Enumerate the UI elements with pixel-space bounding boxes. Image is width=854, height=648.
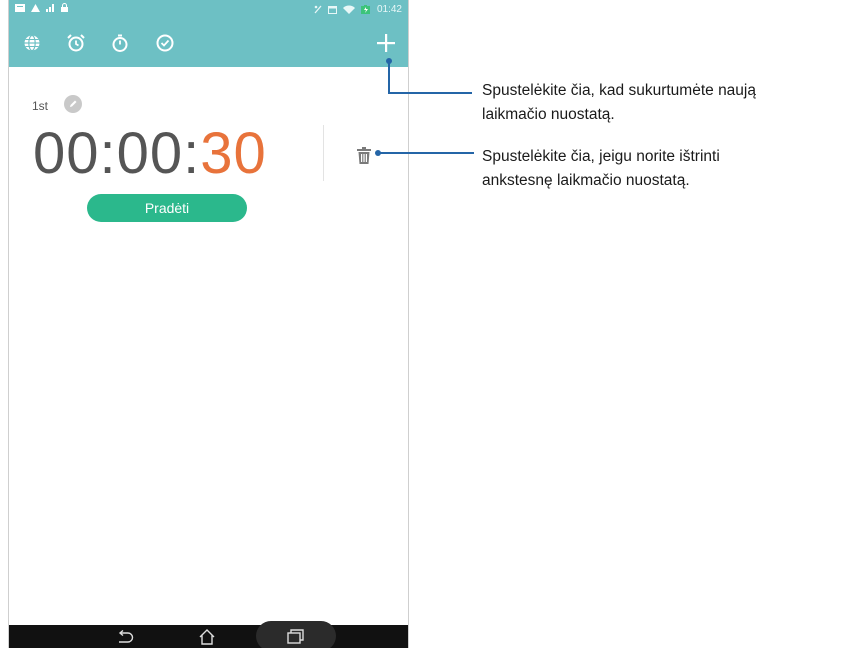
start-button[interactable]: Pradėti: [87, 194, 247, 222]
timer-seconds: 30: [200, 121, 267, 186]
world-clock-tab[interactable]: [21, 32, 43, 54]
delete-callout-line: [380, 152, 474, 154]
home-icon: [199, 628, 215, 645]
status-bar: 01:42: [9, 0, 408, 20]
nfc-icon: [314, 5, 322, 14]
add-timer-button[interactable]: [375, 32, 397, 54]
tablet-screen: 01:42 1st 00:00:30 Pradėti: [8, 0, 409, 648]
timer-icon: [156, 34, 174, 52]
recent-apps-button[interactable]: [284, 628, 308, 645]
wifi-icon: [342, 5, 355, 14]
status-time: 01:42: [376, 4, 402, 15]
globe-icon: [24, 34, 40, 52]
delete-annotation-line2: ankstesnę laikmačio nuostatą.: [482, 172, 690, 189]
add-callout-line-horizontal: [388, 92, 472, 94]
timer-content: 1st 00:00:30 Pradėti: [9, 67, 408, 625]
signal-icon: [46, 3, 54, 12]
stopwatch-icon: [112, 34, 128, 52]
add-annotation: Spustelėkite čia, kad sukurtumėte naują …: [482, 79, 756, 127]
trash-icon: [357, 147, 371, 164]
warning-icon: [31, 3, 40, 12]
battery-icon: [360, 5, 370, 14]
calendar-icon: [327, 6, 337, 14]
alarm-tab[interactable]: [65, 32, 87, 54]
back-icon: [118, 629, 134, 643]
notification-icon: [15, 3, 25, 12]
stopwatch-tab[interactable]: [109, 32, 131, 54]
delete-annotation: Spustelėkite čia, jeigu norite ištrinti …: [482, 145, 720, 193]
add-annotation-line1: Spustelėkite čia, kad sukurtumėte naują: [482, 82, 756, 99]
home-button[interactable]: [195, 628, 219, 645]
app-toolbar: [9, 20, 408, 67]
delete-annotation-line1: Spustelėkite čia, jeigu norite ištrinti: [482, 148, 720, 165]
lock-icon: [61, 3, 68, 12]
delete-timer-button[interactable]: [357, 147, 371, 165]
recent-apps-icon: [287, 629, 304, 644]
vertical-divider: [323, 125, 324, 181]
edit-label-button[interactable]: [64, 95, 82, 113]
add-callout-line-vertical: [388, 62, 390, 93]
pencil-icon: [70, 100, 77, 107]
navigation-bar: [9, 621, 408, 648]
add-annotation-line2: laikmačio nuostatą.: [482, 106, 615, 123]
back-button[interactable]: [113, 628, 137, 645]
timer-hours-minutes: 00:00:: [33, 121, 201, 186]
plus-icon: [377, 34, 395, 52]
timer-label: 1st: [32, 99, 49, 113]
alarm-clock-icon: [67, 34, 85, 52]
timer-tab[interactable]: [154, 32, 176, 54]
timer-display[interactable]: 00:00:30: [33, 119, 267, 189]
